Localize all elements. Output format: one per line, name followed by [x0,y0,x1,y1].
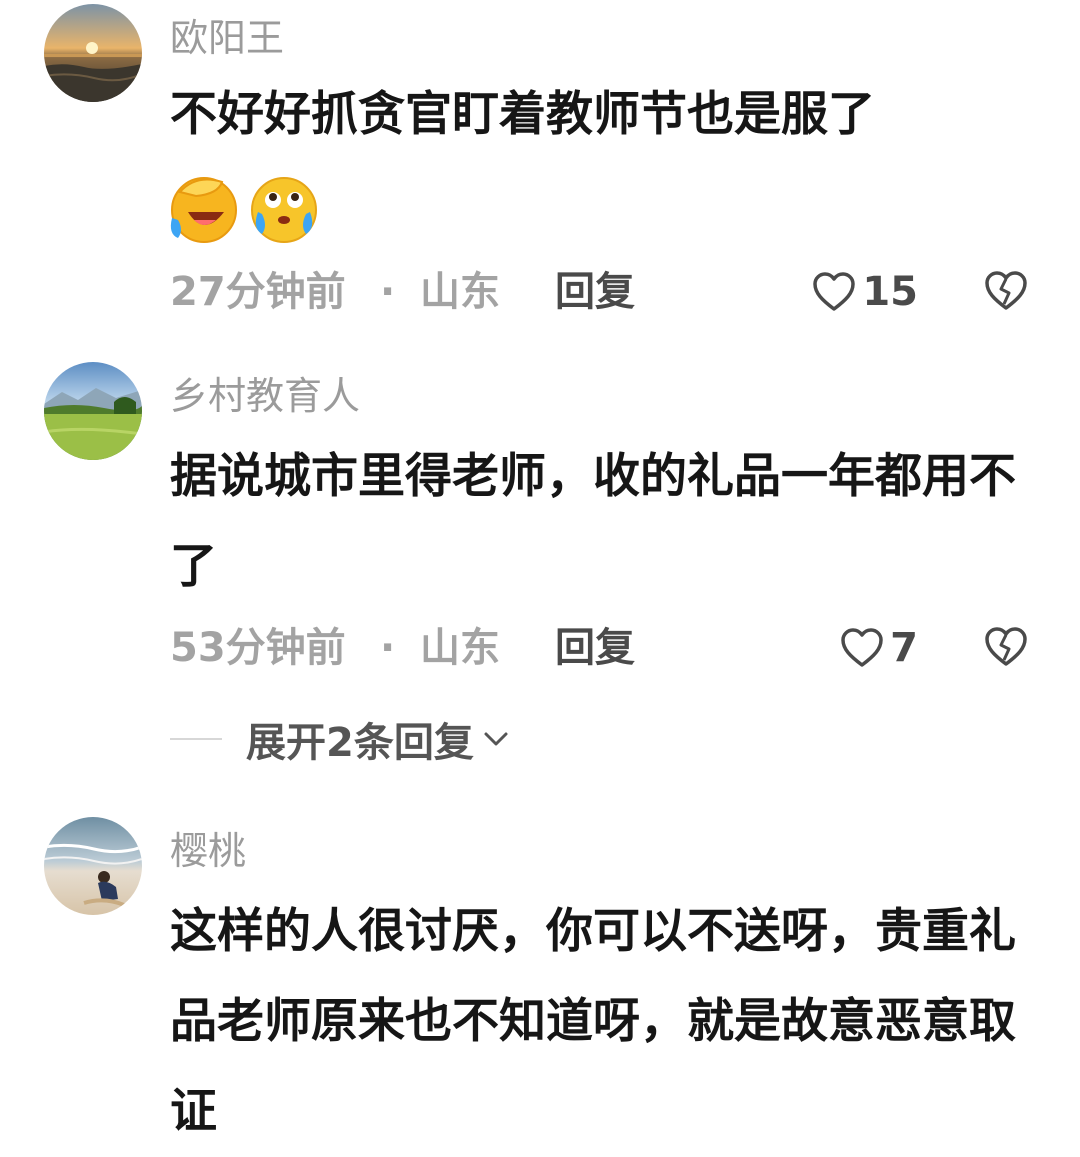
timestamp: 53分钟前 [170,625,346,671]
sunset-sea-avatar-icon [44,4,142,102]
cover-face-laugh-cry-emoji-icon [170,177,237,243]
username[interactable]: 欧阳王 [170,14,284,62]
reply-button[interactable]: 回复 [555,620,635,676]
comment-text: 不好好抓贪官盯着教师节也是服了 [170,87,875,142]
like-button[interactable]: 15 [812,264,918,320]
username[interactable]: 樱桃 [170,827,246,875]
heart-outline-icon [813,272,856,311]
broken-heart-icon [985,627,1027,666]
comment-text: 据说城市里得老师，收的礼品一年都用不了 [170,449,1016,594]
chevron-down-icon [484,732,508,746]
like-count: 7 [890,625,918,671]
heart-outline-icon [841,628,883,667]
expand-replies-button[interactable]: 展开2条回复 [170,712,510,766]
dislike-button[interactable] [984,626,1028,682]
username[interactable]: 乡村教育人 [170,372,360,420]
avatar[interactable] [44,817,142,915]
reply-button[interactable]: 回复 [555,264,635,320]
dislike-button[interactable] [984,270,1028,326]
like-count: 15 [862,269,918,315]
comment-meta: 27分钟前 · 山东 回复 15 [170,264,1040,320]
separator-dot: · [380,625,396,671]
timestamp: 27分钟前 [170,269,346,315]
divider-line [170,738,222,740]
avatar[interactable] [44,4,142,102]
avatar[interactable] [44,362,142,460]
like-button[interactable]: 7 [840,620,918,676]
comment-text: 这样的人很讨厌，你可以不送呀，贵重礼品老师原来也不知道呀，就是故意恶意取证 [170,904,1016,1139]
location: 山东 [420,625,500,671]
comment-meta: 53分钟前 · 山东 回复 7 [170,620,1040,676]
location: 山东 [420,269,500,315]
separator-dot: · [380,269,396,315]
beach-child-avatar-icon [44,817,142,915]
expand-replies-label: 展开2条回复 [246,720,474,766]
green-meadow-avatar-icon [44,362,142,460]
emoji-row [166,172,322,244]
broken-heart-icon [985,271,1027,310]
look-up-tears-emoji-icon [251,177,317,243]
